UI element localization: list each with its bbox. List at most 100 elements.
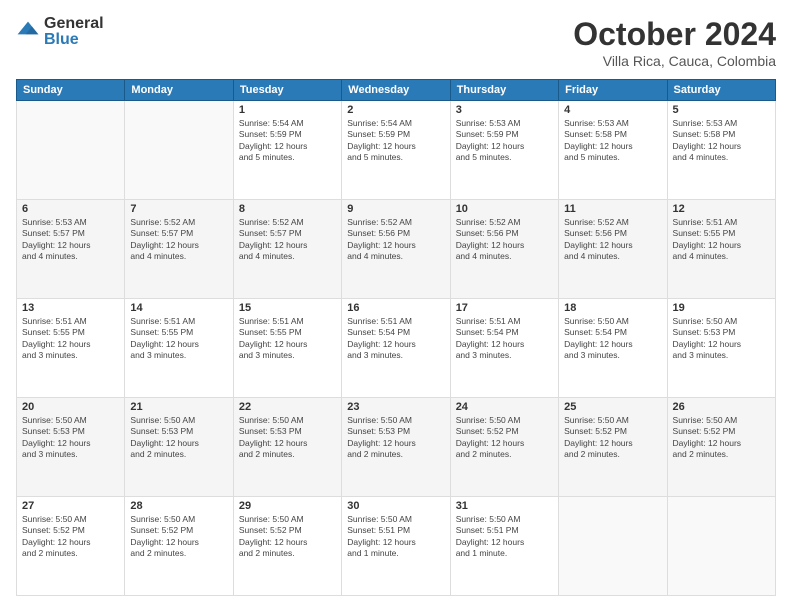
day-info: Sunrise: 5:51 AM Sunset: 5:55 PM Dayligh… xyxy=(673,217,770,263)
day-info: Sunrise: 5:54 AM Sunset: 5:59 PM Dayligh… xyxy=(347,118,444,164)
day-number: 8 xyxy=(239,203,336,215)
logo-icon xyxy=(16,20,40,44)
day-number: 9 xyxy=(347,203,444,215)
day-number: 19 xyxy=(673,302,770,314)
calendar-cell: 26Sunrise: 5:50 AM Sunset: 5:52 PM Dayli… xyxy=(667,398,775,497)
location: Villa Rica, Cauca, Colombia xyxy=(573,53,776,69)
day-number: 22 xyxy=(239,401,336,413)
day-info: Sunrise: 5:53 AM Sunset: 5:58 PM Dayligh… xyxy=(673,118,770,164)
day-info: Sunrise: 5:53 AM Sunset: 5:57 PM Dayligh… xyxy=(22,217,119,263)
day-info: Sunrise: 5:50 AM Sunset: 5:51 PM Dayligh… xyxy=(456,514,553,560)
calendar-cell: 19Sunrise: 5:50 AM Sunset: 5:53 PM Dayli… xyxy=(667,299,775,398)
day-number: 2 xyxy=(347,104,444,116)
calendar-cell: 23 Sunrise: 5:50 AM Sunset: 5:53 PM Dayli… xyxy=(342,398,450,497)
day-info: Sunrise: 5:52 AM Sunset: 5:56 PM Dayligh… xyxy=(564,217,661,263)
calendar-cell xyxy=(125,101,233,200)
calendar-week-4: 27Sunrise: 5:50 AM Sunset: 5:52 PM Dayli… xyxy=(17,497,776,596)
day-info: Sunrise: 5:50 AM Sunset: 5:52 PM Dayligh… xyxy=(239,514,336,560)
day-info: Sunrise: 5:53 AM Sunset: 5:58 PM Dayligh… xyxy=(564,118,661,164)
calendar-cell: 12 Sunrise: 5:51 AM Sunset: 5:55 PM Dayli… xyxy=(667,200,775,299)
day-number: 15 xyxy=(239,302,336,314)
col-friday: Friday xyxy=(559,80,667,101)
calendar-cell: 13 Sunrise: 5:51 AM Sunset: 5:55 PM Dayli… xyxy=(17,299,125,398)
calendar-cell: 18Sunrise: 5:50 AM Sunset: 5:54 PM Dayli… xyxy=(559,299,667,398)
day-number: 28 xyxy=(130,500,227,512)
logo-text: General Blue xyxy=(44,16,104,48)
day-number: 26 xyxy=(673,401,770,413)
day-info: Sunrise: 5:52 AM Sunset: 5:56 PM Dayligh… xyxy=(347,217,444,263)
day-number: 24 xyxy=(456,401,553,413)
day-number: 20 xyxy=(22,401,119,413)
calendar-cell: 6 Sunrise: 5:53 AM Sunset: 5:57 PM Daylig… xyxy=(17,200,125,299)
day-number: 4 xyxy=(564,104,661,116)
calendar-cell: 3 Sunrise: 5:53 AM Sunset: 5:59 PM Daylig… xyxy=(450,101,558,200)
day-number: 12 xyxy=(673,203,770,215)
header: General Blue October 2024 Villa Rica, Ca… xyxy=(16,16,776,69)
day-number: 25 xyxy=(564,401,661,413)
day-number: 16 xyxy=(347,302,444,314)
page: General Blue October 2024 Villa Rica, Ca… xyxy=(0,0,792,612)
col-saturday: Saturday xyxy=(667,80,775,101)
day-number: 14 xyxy=(130,302,227,314)
day-number: 13 xyxy=(22,302,119,314)
calendar-week-1: 6 Sunrise: 5:53 AM Sunset: 5:57 PM Daylig… xyxy=(17,200,776,299)
day-number: 5 xyxy=(673,104,770,116)
calendar-cell: 15 Sunrise: 5:51 AM Sunset: 5:55 PM Dayli… xyxy=(233,299,341,398)
day-number: 10 xyxy=(456,203,553,215)
day-info: Sunrise: 5:50 AM Sunset: 5:53 PM Dayligh… xyxy=(347,415,444,461)
day-info: Sunrise: 5:50 AM Sunset: 5:52 PM Dayligh… xyxy=(22,514,119,560)
col-wednesday: Wednesday xyxy=(342,80,450,101)
day-number: 29 xyxy=(239,500,336,512)
calendar-cell: 22 Sunrise: 5:50 AM Sunset: 5:53 PM Dayli… xyxy=(233,398,341,497)
logo-general: General xyxy=(44,16,104,32)
calendar-cell: 14 Sunrise: 5:51 AM Sunset: 5:55 PM Dayli… xyxy=(125,299,233,398)
day-number: 18 xyxy=(564,302,661,314)
calendar-cell: 29 Sunrise: 5:50 AM Sunset: 5:52 PM Dayli… xyxy=(233,497,341,596)
day-info: Sunrise: 5:50 AM Sunset: 5:53 PM Dayligh… xyxy=(22,415,119,461)
day-info: Sunrise: 5:51 AM Sunset: 5:55 PM Dayligh… xyxy=(22,316,119,362)
title-section: October 2024 Villa Rica, Cauca, Colombia xyxy=(573,16,776,69)
day-info: Sunrise: 5:51 AM Sunset: 5:55 PM Dayligh… xyxy=(130,316,227,362)
day-info: Sunrise: 5:50 AM Sunset: 5:53 PM Dayligh… xyxy=(239,415,336,461)
day-number: 17 xyxy=(456,302,553,314)
calendar-cell: 20 Sunrise: 5:50 AM Sunset: 5:53 PM Dayli… xyxy=(17,398,125,497)
calendar-cell: 5 Sunrise: 5:53 AM Sunset: 5:58 PM Daylig… xyxy=(667,101,775,200)
calendar-cell: 11Sunrise: 5:52 AM Sunset: 5:56 PM Dayli… xyxy=(559,200,667,299)
calendar-cell: 9 Sunrise: 5:52 AM Sunset: 5:56 PM Daylig… xyxy=(342,200,450,299)
day-info: Sunrise: 5:52 AM Sunset: 5:56 PM Dayligh… xyxy=(456,217,553,263)
col-tuesday: Tuesday xyxy=(233,80,341,101)
day-number: 21 xyxy=(130,401,227,413)
day-number: 6 xyxy=(22,203,119,215)
calendar-cell: 1Sunrise: 5:54 AM Sunset: 5:59 PM Daylig… xyxy=(233,101,341,200)
day-number: 7 xyxy=(130,203,227,215)
day-number: 1 xyxy=(239,104,336,116)
day-info: Sunrise: 5:53 AM Sunset: 5:59 PM Dayligh… xyxy=(456,118,553,164)
calendar-cell: 21 Sunrise: 5:50 AM Sunset: 5:53 PM Dayli… xyxy=(125,398,233,497)
day-info: Sunrise: 5:50 AM Sunset: 5:52 PM Dayligh… xyxy=(564,415,661,461)
logo-blue: Blue xyxy=(44,32,104,48)
calendar-week-3: 20 Sunrise: 5:50 AM Sunset: 5:53 PM Dayli… xyxy=(17,398,776,497)
day-info: Sunrise: 5:51 AM Sunset: 5:54 PM Dayligh… xyxy=(456,316,553,362)
header-row: Sunday Monday Tuesday Wednesday Thursday… xyxy=(17,80,776,101)
calendar-cell: 27Sunrise: 5:50 AM Sunset: 5:52 PM Dayli… xyxy=(17,497,125,596)
logo: General Blue xyxy=(16,16,104,48)
calendar-cell: 4 Sunrise: 5:53 AM Sunset: 5:58 PM Daylig… xyxy=(559,101,667,200)
day-info: Sunrise: 5:50 AM Sunset: 5:51 PM Dayligh… xyxy=(347,514,444,560)
month-title: October 2024 xyxy=(573,16,776,53)
calendar-cell: 10 Sunrise: 5:52 AM Sunset: 5:56 PM Dayli… xyxy=(450,200,558,299)
day-number: 23 xyxy=(347,401,444,413)
calendar-cell xyxy=(667,497,775,596)
calendar-cell: 31 Sunrise: 5:50 AM Sunset: 5:51 PM Dayli… xyxy=(450,497,558,596)
calendar-cell: 28Sunrise: 5:50 AM Sunset: 5:52 PM Dayli… xyxy=(125,497,233,596)
calendar-cell: 16Sunrise: 5:51 AM Sunset: 5:54 PM Dayli… xyxy=(342,299,450,398)
calendar-cell: 8 Sunrise: 5:52 AM Sunset: 5:57 PM Daylig… xyxy=(233,200,341,299)
calendar-week-2: 13 Sunrise: 5:51 AM Sunset: 5:55 PM Dayli… xyxy=(17,299,776,398)
calendar-table: Sunday Monday Tuesday Wednesday Thursday… xyxy=(16,79,776,596)
day-number: 31 xyxy=(456,500,553,512)
calendar-cell: 25 Sunrise: 5:50 AM Sunset: 5:52 PM Dayli… xyxy=(559,398,667,497)
day-info: Sunrise: 5:51 AM Sunset: 5:55 PM Dayligh… xyxy=(239,316,336,362)
day-info: Sunrise: 5:50 AM Sunset: 5:53 PM Dayligh… xyxy=(130,415,227,461)
day-number: 3 xyxy=(456,104,553,116)
day-info: Sunrise: 5:52 AM Sunset: 5:57 PM Dayligh… xyxy=(239,217,336,263)
calendar-cell: 17 Sunrise: 5:51 AM Sunset: 5:54 PM Dayli… xyxy=(450,299,558,398)
